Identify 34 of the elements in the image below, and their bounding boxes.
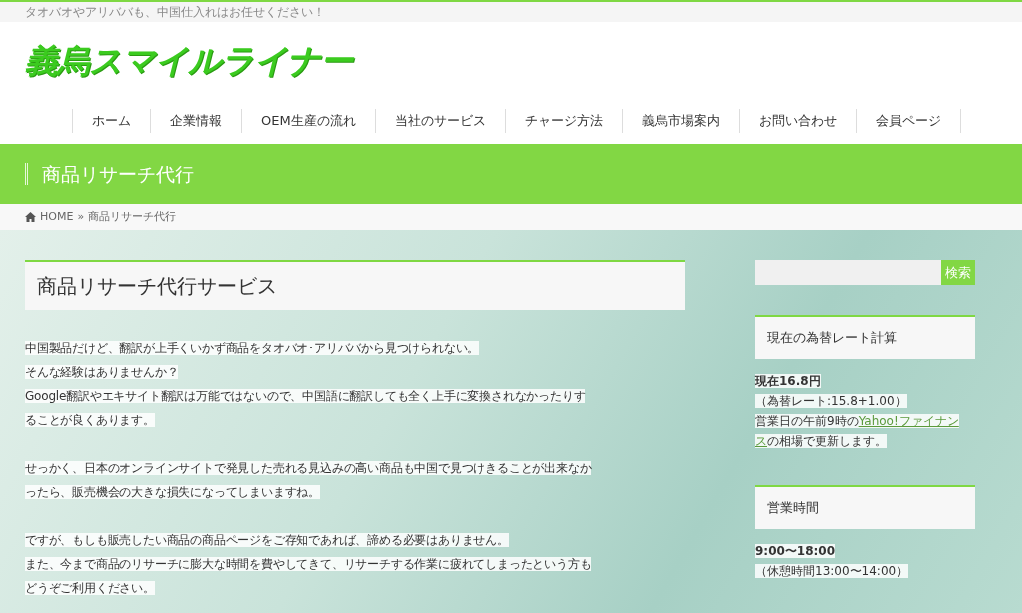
rate-note: の相場で更新します。	[767, 434, 887, 448]
nav-link[interactable]: 義烏市場案内	[621, 109, 739, 133]
paragraph-text: ることが良くあります。	[25, 413, 155, 427]
rate-value: 現在16.8円	[755, 374, 821, 388]
nav-link[interactable]: チャージ方法	[504, 109, 622, 133]
breadcrumb-separator: »	[77, 208, 85, 225]
nav-link[interactable]: ホーム	[72, 109, 150, 133]
nav-link[interactable]: 当社のサービス	[374, 109, 505, 133]
title-bar-mark	[25, 163, 28, 185]
paragraph-text: どうぞご利用ください。	[25, 581, 155, 595]
paragraph-text: また、今まで商品のリサーチに膨大な時間を費やしてきて、リサーチする作業に疲れてしまったという方も	[25, 557, 592, 571]
paragraph-text: Google翻訳やエキサイト翻訳は万能ではないので、中国語に翻訳しても全く上手に変換されなかったりす	[25, 389, 586, 403]
nav-link[interactable]: お問い合わせ	[738, 109, 856, 133]
paragraph-text: ですが、もしも販売したい商品の商品ページをご存知であれば、諦める必要はありません。	[25, 533, 509, 547]
breadcrumb-current: 商品リサーチ代行	[88, 208, 177, 225]
widget-title: 現在の為替レート計算	[755, 315, 975, 359]
widget-title: 営業時間	[755, 485, 975, 529]
tagline: タオバオやアリババも、中国仕入れはお任せください！	[25, 4, 325, 21]
search-field[interactable]	[755, 260, 941, 285]
home-icon	[25, 212, 36, 222]
breadcrumb-link[interactable]: HOME	[40, 208, 74, 226]
page-title: 商品リサーチ代行	[42, 161, 194, 187]
nav-link[interactable]: 企業情報	[150, 109, 241, 133]
rate-detail: （為替レート:15.8+1.00）	[755, 394, 907, 408]
nav-link[interactable]: 会員ページ	[855, 109, 961, 133]
rate-note: 営業日の午前9時の	[755, 414, 859, 428]
paragraph-text: ったら、販売機会の大きな損失になってしまいますね。	[25, 485, 320, 499]
paragraph-text: 中国製品だけど、翻訳が上手くいかず商品をタオバオ･アリババから見つけられない。	[25, 341, 480, 355]
paragraph-text: せっかく、日本のオンラインサイトで発見した売れる見込みの高い商品も中国で見つけきることが出来なか	[25, 461, 592, 475]
article-heading: 商品リサーチ代行サービス	[25, 260, 685, 310]
hours-value: 9:00〜18:00	[755, 544, 836, 558]
hours-detail: （休憩時間13:00〜14:00）	[755, 564, 909, 578]
nav-link[interactable]: OEM生産の流れ	[241, 109, 375, 133]
paragraph-text: そんな経験はありませんか？	[25, 365, 179, 379]
